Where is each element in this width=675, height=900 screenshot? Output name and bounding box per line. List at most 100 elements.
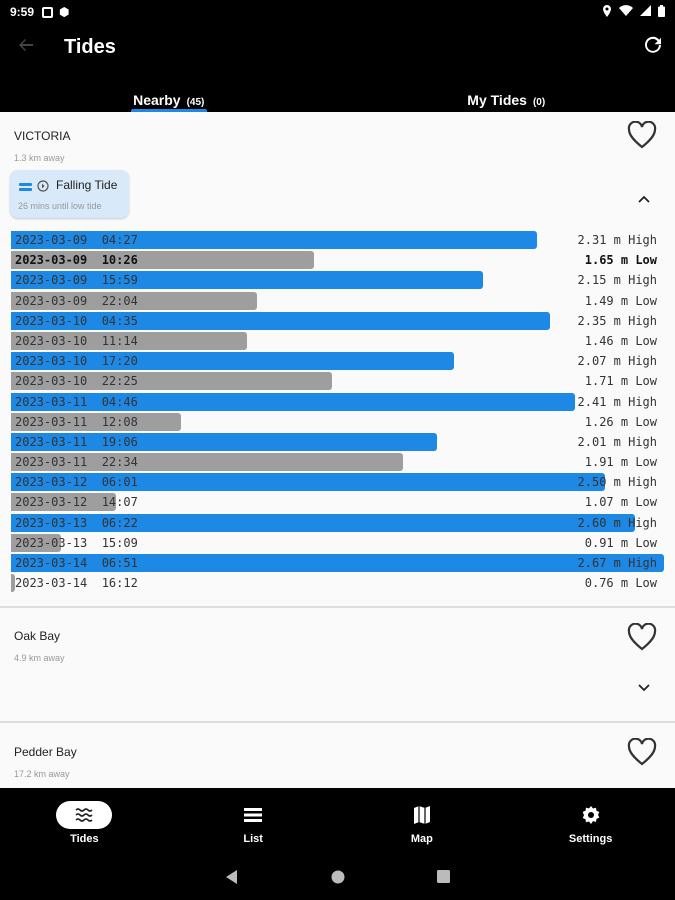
favorite-heart-icon[interactable] — [627, 120, 657, 149]
tide-height-type: 1.46 m Low — [584, 333, 657, 348]
tide-height-type: 0.91 m Low — [584, 535, 657, 550]
tide-height-type: 1.65 m Low — [584, 253, 657, 268]
tide-datetime: 2023-03-14 06:51 — [15, 556, 138, 570]
nav-map[interactable]: Map — [338, 788, 507, 858]
tide-height-type: 1.91 m Low — [584, 455, 657, 470]
app-bar: Tides — [0, 24, 675, 70]
tide-row: 2023-03-09 22:04 1.49 m Low — [11, 291, 671, 311]
tide-height-type: 2.50 m High — [577, 475, 657, 490]
nav-tides-label: Tides — [70, 833, 99, 845]
chevron-down-icon[interactable] — [637, 680, 651, 692]
tide-status-chip: Falling Tide 26 mins until low tide — [10, 170, 129, 218]
tide-row: 2023-03-13 06:22 2.60 m High — [11, 513, 671, 533]
system-navigation-bar — [0, 858, 675, 900]
nav-list[interactable]: List — [169, 788, 338, 858]
refresh-icon[interactable] — [631, 34, 675, 60]
system-back-icon[interactable] — [225, 869, 239, 889]
tide-row: 2023-03-14 06:51 2.67 m High — [11, 553, 671, 573]
location-card-pedder-bay[interactable]: Pedder Bay 17.2 km away — [0, 723, 675, 788]
nav-map-label: Map — [410, 833, 433, 845]
tide-datetime: 2023-03-09 10:26 — [15, 253, 138, 268]
tide-height-type: 2.60 m High — [577, 515, 657, 530]
battery-icon — [658, 4, 665, 20]
list-icon — [225, 801, 281, 829]
settings-status-icon: ⬢ — [59, 5, 70, 19]
tide-status-title: Falling Tide — [56, 178, 118, 192]
favorite-heart-icon[interactable] — [627, 622, 657, 651]
tide-datetime: 2023-03-11 04:46 — [15, 394, 138, 409]
tide-datetime: 2023-03-12 14:07 — [15, 495, 138, 510]
tide-height-type: 2.01 m High — [577, 434, 657, 449]
tide-height-type: 1.49 m Low — [584, 293, 657, 308]
location-distance: 17.2 km away — [14, 769, 70, 779]
nav-list-label: List — [243, 833, 263, 845]
tide-datetime: 2023-03-13 06:22 — [15, 515, 138, 530]
tide-datetime: 2023-03-14 16:12 — [15, 576, 138, 591]
page-title: Tides — [64, 35, 116, 58]
bottom-navigation: Tides List Map Settings — [0, 788, 675, 858]
location-name: VICTORIA — [14, 129, 71, 143]
tide-row: 2023-03-11 22:34 1.91 m Low — [11, 452, 671, 472]
tide-datetime: 2023-03-11 12:08 — [15, 414, 138, 429]
tide-row: 2023-03-14 16:12 0.76 m Low — [11, 573, 671, 593]
tide-table: 2023-03-09 04:27 2.31 m High 2023-03-09 10… — [11, 230, 671, 593]
location-card-oak-bay[interactable]: Oak Bay 4.9 km away — [0, 608, 675, 723]
tide-height-type: 1.71 m Low — [584, 374, 657, 389]
tab-nearby[interactable]: Nearby (45) — [0, 70, 338, 112]
tide-datetime: 2023-03-10 04:35 — [15, 313, 138, 328]
tide-datetime: 2023-03-09 15:59 — [15, 273, 138, 288]
system-home-icon[interactable] — [331, 870, 345, 889]
nav-settings[interactable]: Settings — [506, 788, 675, 858]
tide-row: 2023-03-13 15:09 0.91 m Low — [11, 533, 671, 553]
tide-row: 2023-03-10 17:20 2.07 m High — [11, 351, 671, 371]
tab-nearby-label: Nearby — [133, 92, 181, 108]
waves-icon — [19, 180, 32, 191]
tide-row: 2023-03-12 06:01 2.50 m High — [11, 472, 671, 492]
nav-tides[interactable]: Tides — [0, 788, 169, 858]
favorite-heart-icon[interactable] — [627, 737, 657, 766]
tide-row: 2023-03-09 04:27 2.31 m High — [11, 230, 671, 250]
tab-nearby-count: (45) — [186, 97, 205, 108]
signal-icon — [640, 5, 651, 19]
tide-datetime: 2023-03-10 17:20 — [15, 354, 138, 369]
location-icon — [602, 4, 612, 20]
tide-row: 2023-03-09 15:59 2.15 m High — [11, 270, 671, 290]
notification-icon — [42, 6, 54, 18]
tab-bar: Nearby (45) My Tides (0) — [0, 70, 675, 112]
tab-my-tides-count: (0) — [532, 97, 546, 108]
tide-row: 2023-03-09 10:26 1.65 m Low — [11, 250, 671, 270]
chevron-up-icon[interactable] — [637, 191, 651, 203]
status-time: 9:59 — [10, 5, 35, 19]
tide-row: 2023-03-10 22:25 1.71 m Low — [11, 371, 671, 391]
tide-row: 2023-03-10 04:35 2.35 m High — [11, 311, 671, 331]
waves-icon — [56, 801, 113, 829]
back-arrow-icon[interactable] — [2, 36, 50, 59]
location-card-victoria[interactable]: VICTORIA 1.3 km away Falling Tide 26 min… — [0, 112, 675, 608]
tide-datetime: 2023-03-09 04:27 — [15, 233, 138, 247]
tide-height-type: 1.26 m Low — [584, 414, 657, 429]
locations-list[interactable]: VICTORIA 1.3 km away Falling Tide 26 min… — [0, 112, 675, 788]
nav-settings-label: Settings — [568, 833, 613, 845]
falling-tide-icon — [37, 179, 49, 192]
tide-row: 2023-03-10 11:14 1.46 m Low — [11, 331, 671, 351]
tide-height-type: 0.76 m Low — [584, 576, 657, 591]
location-name: Oak Bay — [14, 629, 61, 643]
map-icon — [394, 801, 450, 829]
tide-height-type: 2.07 m High — [577, 354, 657, 369]
tab-my-tides[interactable]: My Tides (0) — [338, 70, 675, 112]
tide-height-type: 2.31 m High — [577, 233, 657, 247]
tide-datetime: 2023-03-09 22:04 — [15, 293, 138, 308]
tide-row: 2023-03-11 19:06 2.01 m High — [11, 432, 671, 452]
tide-row: 2023-03-11 04:46 2.41 m High — [11, 392, 671, 412]
location-distance: 1.3 km away — [14, 153, 65, 163]
tide-datetime: 2023-03-11 22:34 — [15, 455, 138, 470]
wifi-icon — [619, 5, 633, 19]
tide-datetime: 2023-03-10 11:14 — [15, 333, 138, 348]
gear-icon — [563, 801, 619, 829]
status-bar: 9:59 ⬢ — [0, 0, 675, 24]
tide-height-type: 2.35 m High — [577, 313, 657, 328]
tide-height-type: 2.67 m High — [577, 556, 657, 570]
tide-datetime: 2023-03-10 22:25 — [15, 374, 138, 389]
tide-row: 2023-03-12 14:07 1.07 m Low — [11, 492, 671, 512]
system-recents-icon[interactable] — [437, 870, 450, 888]
